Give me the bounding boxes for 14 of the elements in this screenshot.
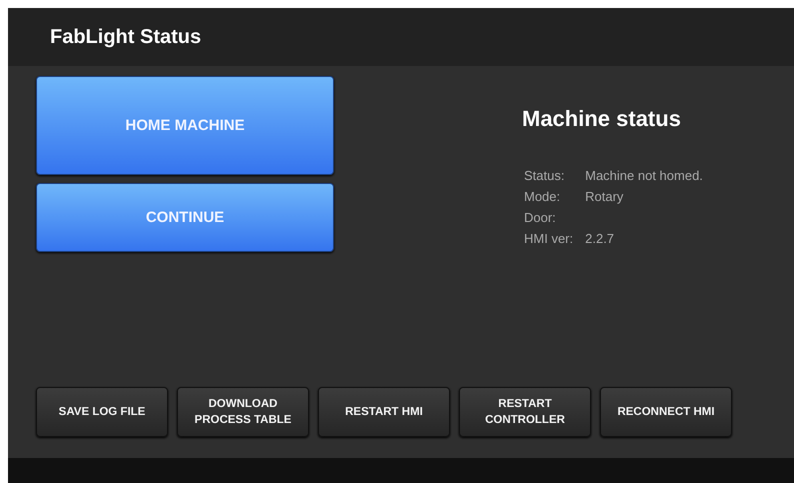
app-title: FabLight Status	[50, 26, 202, 48]
field-label: Mode:	[524, 189, 562, 204]
toolbar-button[interactable]: RECONNECT HMI	[600, 387, 732, 437]
field-label: Door:	[524, 210, 557, 225]
field-value: 2.2.7	[585, 231, 616, 246]
toolbar-button[interactable]: SAVE LOG FILE	[36, 387, 168, 437]
toolbar-button[interactable]: DOWNLOAD PROCESS TABLE	[177, 387, 309, 437]
toolbar-button[interactable]: RESTART CONTROLLER	[459, 387, 591, 437]
field-value: Machine not homed.	[585, 168, 703, 183]
status-title: Machine status	[522, 106, 682, 132]
toolbar-button[interactable]: RESTART HMI	[318, 387, 450, 437]
field-value: Rotary	[585, 189, 624, 204]
field-label: HMI ver:	[524, 231, 574, 246]
field-label: Status:	[524, 168, 566, 183]
